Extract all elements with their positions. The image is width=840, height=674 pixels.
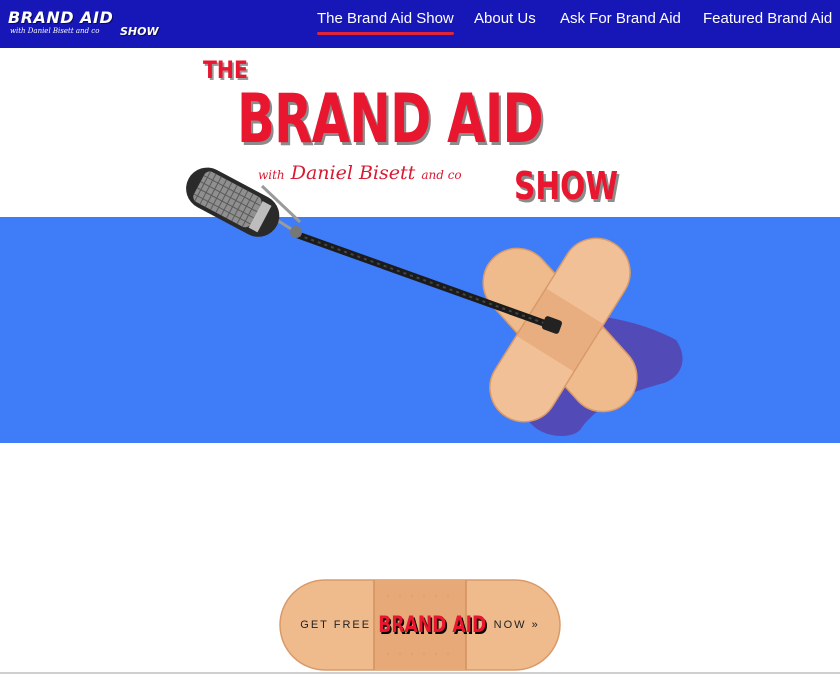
cta-brand: BRAND AID: [378, 612, 487, 638]
nav-item-featured-brand-aid[interactable]: Featured Brand Aid: [703, 10, 832, 27]
hero-title-show: SHOW: [514, 164, 619, 208]
nav-item-the-brand-aid-show[interactable]: The Brand Aid Show: [317, 10, 454, 35]
cta-label: GET FREE BRAND AID NOW »: [278, 578, 562, 672]
cta-prefix: GET FREE: [300, 619, 372, 631]
hero-byline: with Daniel Bisett and co: [258, 162, 462, 184]
get-free-brand-aid-button[interactable]: GET FREE BRAND AID NOW »: [278, 578, 562, 672]
hero-band: [0, 217, 840, 443]
hero-byline-name: Daniel Bisett: [290, 162, 416, 184]
nav-item-ask-for-brand-aid[interactable]: Ask For Brand Aid: [560, 10, 681, 27]
hero-byline-with: with: [258, 168, 285, 182]
page: BRAND AID with Daniel Bisett and co SHOW…: [0, 0, 840, 674]
nav-item-about-us[interactable]: About Us: [474, 10, 536, 27]
hero-byline-and: and co: [421, 168, 462, 182]
cta-suffix: NOW »: [493, 619, 540, 631]
top-navigation-bar: BRAND AID with Daniel Bisett and co SHOW…: [0, 0, 840, 48]
hero-title-brand-aid: BRAND AID: [237, 80, 544, 159]
main-nav: The Brand Aid Show About Us Ask For Bran…: [0, 0, 840, 48]
